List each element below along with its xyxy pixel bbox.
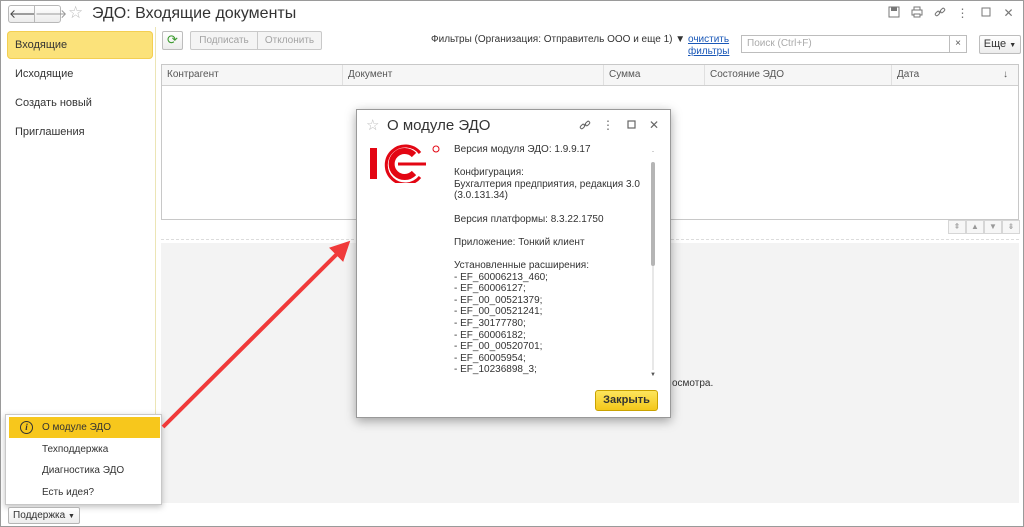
save-icon[interactable]	[887, 6, 900, 20]
info-line: - EF_60006213_460;	[454, 271, 548, 283]
info-line	[454, 248, 654, 260]
more-button[interactable]: Еще ▼	[979, 35, 1021, 54]
chevron-down-icon: ▼	[1009, 42, 1017, 49]
chevron-down-icon: ▼	[675, 34, 686, 45]
forward-arrow-icon: 🡒	[35, 7, 68, 21]
preview-area-text: осмотра.	[672, 378, 714, 389]
maximize-icon[interactable]	[979, 6, 992, 20]
1c-logo	[366, 143, 446, 186]
info-line: - EF_60006127;	[454, 283, 526, 295]
more-label: Еще	[983, 38, 1007, 50]
print-icon[interactable]	[910, 6, 923, 20]
module-info-text: Версия модуля ЭДО: 1.9.9.17 Конфигурация:…	[454, 144, 654, 379]
info-line: - EF_30177780;	[454, 317, 526, 329]
close-button[interactable]: Закрыть	[595, 390, 658, 411]
filters-text: Фильтры (Организация: Отправитель ООО и …	[431, 34, 673, 45]
refresh-icon: ⟳	[167, 32, 178, 47]
table-scroll-controls: ⇞ ▲ ▼ ⇟	[948, 220, 1020, 234]
title-bar: 🡐 🡒 ☆ ЭДО: Входящие документы ⋮ ✕	[1, 1, 1023, 27]
scroll-top-icon[interactable]: ⇞	[948, 220, 966, 234]
info-line: Версия модуля ЭДО: 1.9.9.17	[454, 144, 591, 155]
link-icon[interactable]	[579, 119, 591, 132]
info-line	[454, 202, 654, 214]
edo-window: 🡐 🡒 ☆ ЭДО: Входящие документы ⋮ ✕ Входящ…	[0, 0, 1024, 527]
column-document[interactable]: Документ	[343, 65, 604, 85]
sign-button[interactable]: Подписать	[190, 31, 258, 50]
favorite-star-icon[interactable]: ☆	[68, 4, 83, 22]
favorite-star-icon[interactable]: ☆	[366, 116, 379, 134]
search-input[interactable]: Поиск (Ctrl+F) ×	[741, 35, 967, 53]
chevron-down-icon: ▼	[68, 513, 75, 520]
menu-item-about-edo[interactable]: i О модуле ЭДО	[9, 417, 160, 438]
scroll-down-icon[interactable]: ▼	[984, 220, 1002, 234]
sidebar-item-outgoing[interactable]: Исходящие	[7, 60, 153, 88]
support-menu: i О модуле ЭДО Техподдержка Диагностика …	[5, 414, 162, 505]
info-line: - EF_60005954;	[454, 352, 526, 364]
info-line: Бухгалтерия предприятия, редакция 3.0	[454, 178, 640, 190]
search-placeholder: Поиск (Ctrl+F)	[747, 38, 812, 49]
about-dialog: ☆ О модуле ЭДО ⋮ ✕ Версия модуля ЭДО: 1.…	[356, 109, 671, 418]
maximize-icon[interactable]	[625, 119, 637, 132]
menu-icon[interactable]: ⋮	[602, 119, 614, 132]
sidebar-item-invitations[interactable]: Приглашения	[7, 118, 153, 146]
support-button-label: Поддержка	[13, 510, 66, 521]
column-edo-status[interactable]: Состояние ЭДО	[705, 65, 892, 85]
sort-down-icon: ↓	[1003, 69, 1008, 80]
window-controls: ⋮ ✕	[887, 6, 1015, 20]
clear-filters-line2: фильтры	[688, 46, 730, 57]
info-line: - EF_60006182;	[454, 329, 526, 341]
info-line: Версия платформы: 8.3.22.1750	[454, 213, 604, 225]
column-date-label: Дата	[897, 69, 920, 80]
scroll-track	[652, 266, 654, 370]
info-line: Конфигурация:	[454, 167, 524, 179]
dialog-scrollbar[interactable]: - ▼	[649, 148, 657, 380]
clear-filters-link[interactable]: очистить фильтры	[688, 34, 729, 58]
scroll-down-icon[interactable]: ▼	[649, 371, 657, 379]
reject-button[interactable]: Отклонить	[257, 31, 322, 50]
column-amount[interactable]: Сумма	[604, 65, 705, 85]
menu-item-have-idea[interactable]: Есть идея?	[9, 482, 160, 503]
info-line	[454, 225, 654, 237]
info-line: (3.0.131.34)	[454, 190, 508, 202]
column-date[interactable]: Дата ↓	[892, 65, 1018, 85]
sidebar-item-incoming[interactable]: Входящие	[7, 31, 153, 59]
menu-item-tech-support[interactable]: Техподдержка	[9, 439, 160, 460]
filters-label[interactable]: Фильтры (Организация: Отправитель ООО и …	[431, 34, 685, 45]
info-line: - EF_00_00521241;	[454, 306, 543, 318]
scroll-thumb[interactable]	[651, 162, 655, 266]
close-icon[interactable]: ✕	[648, 119, 660, 132]
link-icon[interactable]	[933, 6, 946, 20]
dialog-title: О модуле ЭДО	[387, 117, 491, 134]
support-button[interactable]: Поддержка ▼	[8, 507, 80, 524]
close-icon[interactable]: ✕	[1002, 6, 1015, 20]
info-line: - EF_00_00520701;	[454, 341, 543, 353]
page-title: ЭДО: Входящие документы	[92, 5, 297, 22]
menu-item-label: О модуле ЭДО	[42, 422, 111, 433]
info-line: Приложение: Тонкий клиент	[454, 236, 585, 248]
scroll-bottom-icon[interactable]: ⇟	[1002, 220, 1020, 234]
clear-search-icon[interactable]: ×	[949, 36, 966, 52]
scroll-up-icon[interactable]: -	[649, 148, 657, 156]
info-icon: i	[20, 421, 33, 434]
back-button[interactable]: 🡐	[8, 5, 41, 23]
info-line	[454, 156, 654, 168]
table-header: Контрагент Документ Сумма Состояние ЭДО …	[162, 65, 1018, 86]
forward-button[interactable]: 🡒	[34, 5, 67, 23]
refresh-button[interactable]: ⟳	[162, 31, 183, 50]
menu-icon[interactable]: ⋮	[956, 6, 969, 20]
sidebar-item-create-new[interactable]: Создать новый	[7, 89, 153, 117]
info-line: - EF_00_00521379;	[454, 294, 543, 306]
dialog-window-controls: ⋮ ✕	[579, 119, 660, 132]
info-line: - EF_10236898_3;	[454, 364, 537, 376]
clear-filters-line1: очистить	[688, 34, 730, 45]
info-line: Установленные расширения:	[454, 259, 590, 271]
column-counterparty[interactable]: Контрагент	[162, 65, 343, 85]
menu-item-edo-diagnostics[interactable]: Диагностика ЭДО	[9, 460, 160, 481]
scroll-up-icon[interactable]: ▲	[966, 220, 984, 234]
